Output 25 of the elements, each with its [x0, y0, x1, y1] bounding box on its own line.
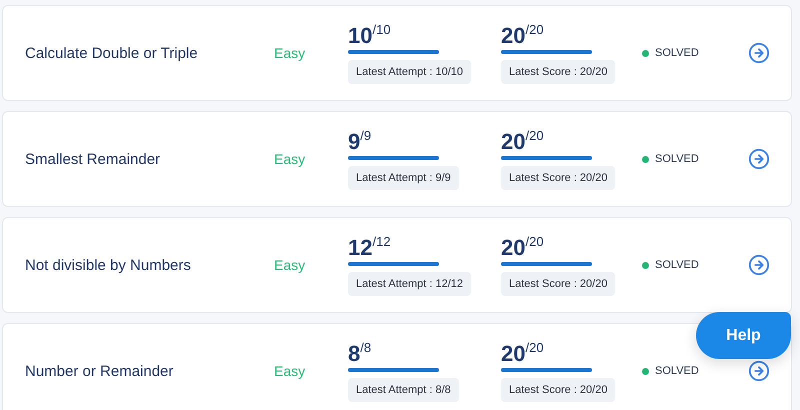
arrow-right-circle-icon[interactable]	[748, 42, 770, 64]
latest-label: Latest Attempt : 10/10	[348, 60, 472, 84]
latest-label: Latest Score : 20/20	[501, 378, 616, 402]
status-label: SOLVED	[655, 47, 699, 59]
arrow-right-circle-icon[interactable]	[748, 254, 770, 276]
help-button[interactable]: Help	[696, 312, 791, 359]
status-label: SOLVED	[655, 153, 699, 165]
problem-title: Smallest Remainder	[25, 150, 162, 168]
problem-title: Number or Remainder	[25, 362, 174, 380]
difficulty-label: Easy	[274, 45, 306, 61]
latest-label: Latest Score : 20/20	[501, 272, 616, 296]
problem-title: Not divisible by Numbers	[25, 256, 192, 274]
arrow-right-circle-icon[interactable]	[748, 148, 770, 170]
latest-label: Latest Attempt : 12/12	[348, 272, 472, 296]
latest-label: Latest Score : 20/20	[501, 60, 616, 84]
difficulty-label: Easy	[274, 257, 306, 273]
status-label: SOLVED	[655, 259, 699, 271]
latest-label: Latest Attempt : 9/9	[348, 166, 459, 190]
arrow-right-circle-icon[interactable]	[748, 360, 770, 382]
status-label: SOLVED	[655, 365, 699, 377]
difficulty-label: Easy	[274, 151, 306, 167]
difficulty-label: Easy	[274, 363, 306, 379]
problem-title: Calculate Double or Triple	[25, 44, 199, 62]
latest-label: Latest Score : 20/20	[501, 166, 616, 190]
latest-label: Latest Attempt : 8/8	[348, 378, 459, 402]
